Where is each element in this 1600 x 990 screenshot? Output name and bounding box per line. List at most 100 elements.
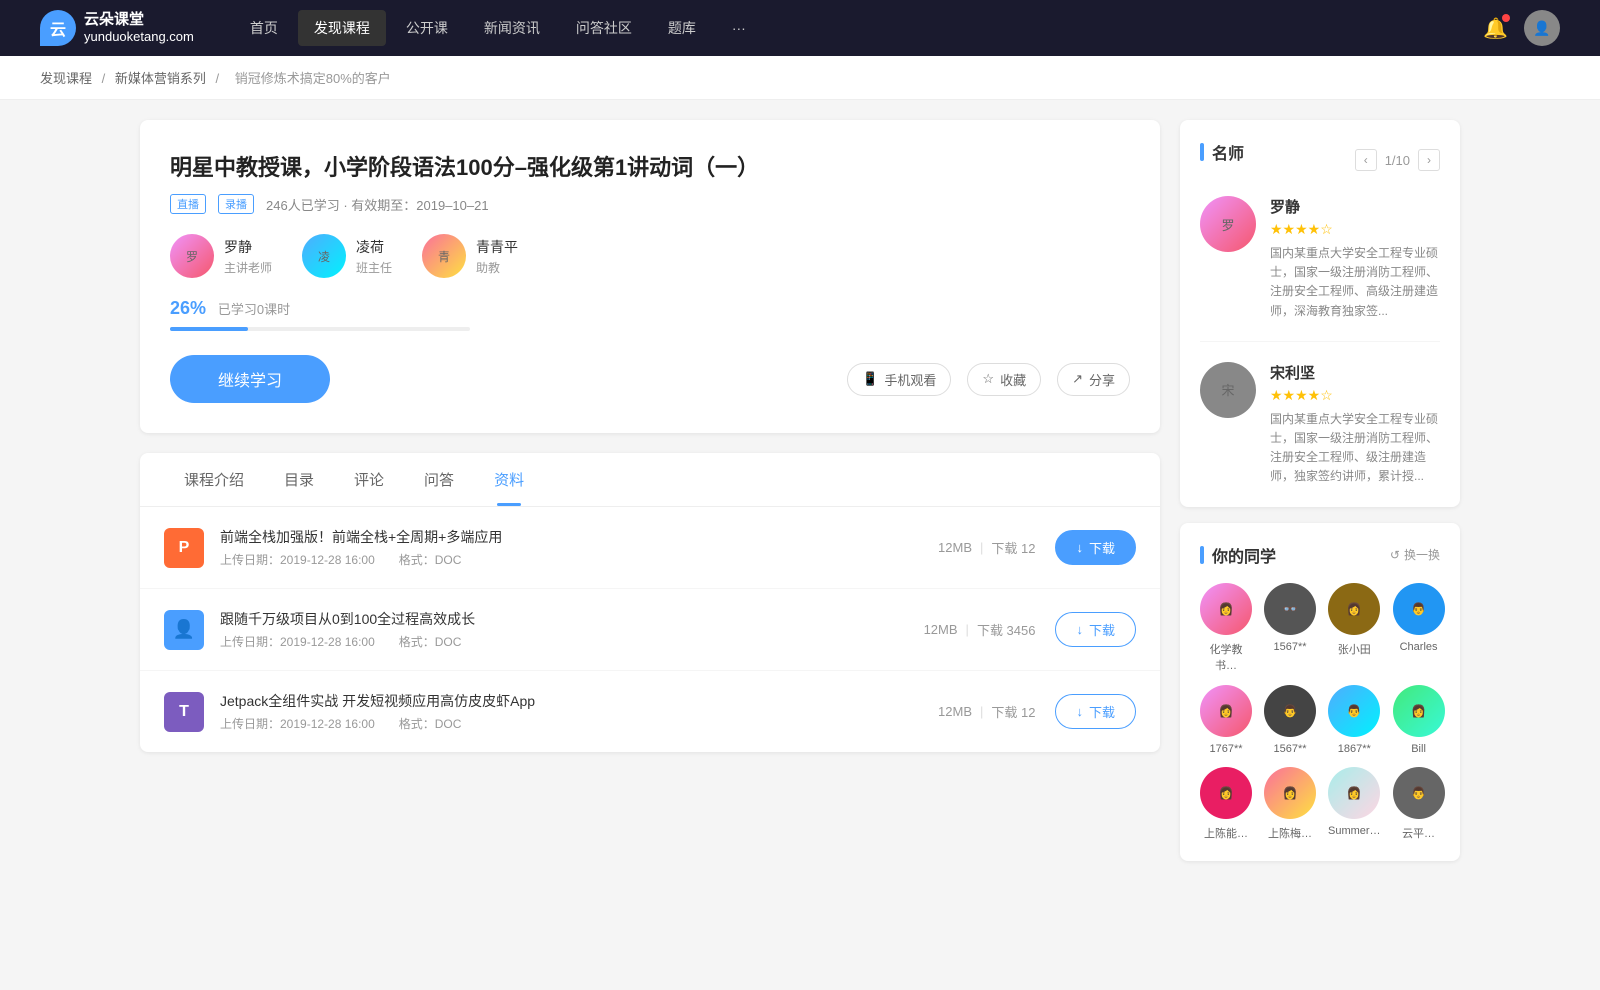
resource-stats-1: 12MB | 下载 12 (938, 538, 1035, 557)
classmate-name-2: 1567** (1273, 641, 1306, 653)
download-icon-3: ↓ (1076, 704, 1083, 719)
teacher-info-2: 凌荷 班主任 (356, 237, 392, 276)
teacher-prev-button[interactable]: ‹ (1355, 149, 1377, 171)
resource-meta-1: 上传日期：2019-12-28 16:00 格式：DOC (220, 551, 938, 568)
tab-review[interactable]: 评论 (334, 453, 404, 506)
download-icon-1: ↓ (1076, 540, 1083, 555)
course-meta: 直播 录播 246人已学习 · 有效期至：2019–10–21 (170, 194, 1130, 214)
progress-label: 已学习0课时 (218, 302, 290, 317)
notification-bell[interactable]: 🔔 (1483, 16, 1508, 41)
course-card: 明星中教授课，小学阶段语法100分–强化级第1讲动词（一） 直播 录播 246人… (140, 120, 1160, 433)
collect-button[interactable]: ☆ 收藏 (967, 363, 1041, 396)
breadcrumb-series[interactable]: 新媒体营销系列 (115, 71, 206, 86)
teacher-pagination: ‹ 1/10 › (1355, 149, 1440, 171)
resource-info-3: Jetpack全组件实战 开发短视频应用高仿皮皮虾App 上传日期：2019-1… (220, 691, 938, 732)
download-button-2[interactable]: ↓ 下载 (1055, 612, 1136, 647)
tag-live: 直播 (170, 194, 206, 214)
progress-section: 26% 已学习0课时 (170, 298, 1130, 331)
download-button-1[interactable]: ↓ 下载 (1055, 530, 1136, 565)
nav-home[interactable]: 首页 (234, 10, 294, 46)
logo-text: 云朵课堂 yunduoketang.com (84, 11, 194, 45)
classmate-10: 👩 上陈梅… (1264, 767, 1316, 841)
classmate-7: 👨 1867** (1328, 685, 1381, 755)
resource-name-2: 跟随千万级项目从0到100全过程高效成长 (220, 609, 924, 629)
download-icon-2: ↓ (1076, 622, 1083, 637)
teacher-avatar-1: 罗 (170, 234, 214, 278)
resource-item-2: 👤 跟随千万级项目从0到100全过程高效成长 上传日期：2019-12-28 1… (140, 589, 1160, 671)
teacher-info-1: 罗静 主讲老师 (224, 237, 272, 276)
resource-icon-1: P (164, 528, 204, 568)
logo-icon: 云 (40, 10, 76, 46)
resource-stats-3: 12MB | 下载 12 (938, 702, 1035, 721)
classmate-name-5: 1767** (1209, 743, 1242, 755)
classmate-name-4: Charles (1400, 641, 1438, 653)
share-button[interactable]: ↗ 分享 (1057, 363, 1130, 396)
teacher-next-button[interactable]: › (1418, 149, 1440, 171)
sidebar-teacher-1: 罗 罗静 ★★★★☆ 国内某重点大学安全工程专业硕士，国家一级注册消防工程师、注… (1200, 196, 1440, 342)
tabs-header: 课程介绍 目录 评论 问答 资料 (140, 453, 1160, 507)
sidebar-teacher-avatar-1: 罗 (1200, 196, 1256, 252)
classmate-avatar-3: 👩 (1328, 583, 1380, 635)
sidebar-teacher-info-1: 罗静 ★★★★☆ 国内某重点大学安全工程专业硕士，国家一级注册消防工程师、注册安… (1270, 196, 1440, 321)
resource-item-1: P 前端全栈加强版！前端全栈+全周期+多端应用 上传日期：2019-12-28 … (140, 507, 1160, 589)
classmate-4: 👨 Charles (1393, 583, 1445, 673)
tag-record: 录播 (218, 194, 254, 214)
nav-discover[interactable]: 发现课程 (298, 10, 386, 46)
teacher-stars-1: ★★★★☆ (1270, 221, 1440, 238)
mobile-watch-button[interactable]: 📱 手机观看 (847, 363, 951, 396)
breadcrumb-discover[interactable]: 发现课程 (40, 71, 92, 86)
nav-qa[interactable]: 问答社区 (560, 10, 648, 46)
classmate-name-6: 1567** (1273, 743, 1306, 755)
sidebar-teacher-2: 宋 宋利坚 ★★★★☆ 国内某重点大学安全工程专业硕士，国家一级注册消防工程师、… (1200, 362, 1440, 487)
nav-open[interactable]: 公开课 (390, 10, 464, 46)
tabs-content: P 前端全栈加强版！前端全栈+全周期+多端应用 上传日期：2019-12-28 … (140, 507, 1160, 752)
download-button-3[interactable]: ↓ 下载 (1055, 694, 1136, 729)
share-icon: ↗ (1072, 371, 1083, 387)
classmate-avatar-10: 👩 (1264, 767, 1316, 819)
breadcrumb: 发现课程 / 新媒体营销系列 / 销冠修炼术搞定80%的客户 (0, 56, 1600, 100)
teacher-avatar-3: 青 (422, 234, 466, 278)
classmate-avatar-5: 👩 (1200, 685, 1252, 737)
teacher-avatar-2: 凌 (302, 234, 346, 278)
classmate-name-12: 云平… (1402, 825, 1435, 841)
continue-button[interactable]: 继续学习 (170, 355, 330, 403)
star-icon: ☆ (982, 371, 994, 387)
logo[interactable]: 云 云朵课堂 yunduoketang.com (40, 10, 194, 46)
classmate-2: 👓 1567** (1264, 583, 1316, 673)
classmate-6: 👨 1567** (1264, 685, 1316, 755)
tab-qa[interactable]: 问答 (404, 453, 474, 506)
classmate-name-3: 张小田 (1338, 641, 1371, 657)
refresh-classmates-button[interactable]: ↺ 换一换 (1390, 546, 1440, 563)
action-buttons: 📱 手机观看 ☆ 收藏 ↗ 分享 (847, 363, 1130, 396)
teacher-page-info: 1/10 (1385, 153, 1410, 168)
classmate-avatar-2: 👓 (1264, 583, 1316, 635)
nav-news[interactable]: 新闻资讯 (468, 10, 556, 46)
resource-meta-2: 上传日期：2019-12-28 16:00 格式：DOC (220, 633, 924, 650)
teacher-2: 凌 凌荷 班主任 (302, 234, 392, 278)
notification-dot (1502, 14, 1510, 22)
breadcrumb-sep2: / (216, 71, 223, 86)
progress-bar-background (170, 327, 470, 331)
nav-exam[interactable]: 题库 (652, 10, 712, 46)
progress-percent: 26% (170, 298, 206, 318)
nav-more[interactable]: ··· (716, 12, 762, 44)
sidebar-teacher-info-2: 宋利坚 ★★★★☆ 国内某重点大学安全工程专业硕士，国家一级注册消防工程师、注册… (1270, 362, 1440, 487)
classmates-grid: 👩 化学教书… 👓 1567** 👩 张小田 👨 Charles 👩 (1200, 583, 1440, 841)
sidebar: 名师 ‹ 1/10 › 罗 罗静 ★★★★☆ 国内某重点大学安全工程专业硕士，国… (1180, 120, 1460, 877)
tab-catalog[interactable]: 目录 (264, 453, 334, 506)
resource-info-1: 前端全栈加强版！前端全栈+全周期+多端应用 上传日期：2019-12-28 16… (220, 527, 938, 568)
classmates-title: 你的同学 (1200, 543, 1276, 567)
resource-meta-3: 上传日期：2019-12-28 16:00 格式：DOC (220, 715, 938, 732)
user-avatar[interactable]: 👤 (1524, 10, 1560, 46)
teachers-title: 名师 (1200, 140, 1244, 164)
classmate-avatar-7: 👨 (1328, 685, 1380, 737)
teacher-stars-2: ★★★★☆ (1270, 387, 1440, 404)
classmate-avatar-8: 👩 (1393, 685, 1445, 737)
classmate-5: 👩 1767** (1200, 685, 1252, 755)
classmate-name-8: Bill (1411, 743, 1426, 755)
progress-bar-fill (170, 327, 248, 331)
tab-intro[interactable]: 课程介绍 (164, 453, 264, 506)
classmate-avatar-9: 👩 (1200, 767, 1252, 819)
classmate-avatar-1: 👩 (1200, 583, 1252, 635)
tab-resources[interactable]: 资料 (474, 453, 544, 506)
